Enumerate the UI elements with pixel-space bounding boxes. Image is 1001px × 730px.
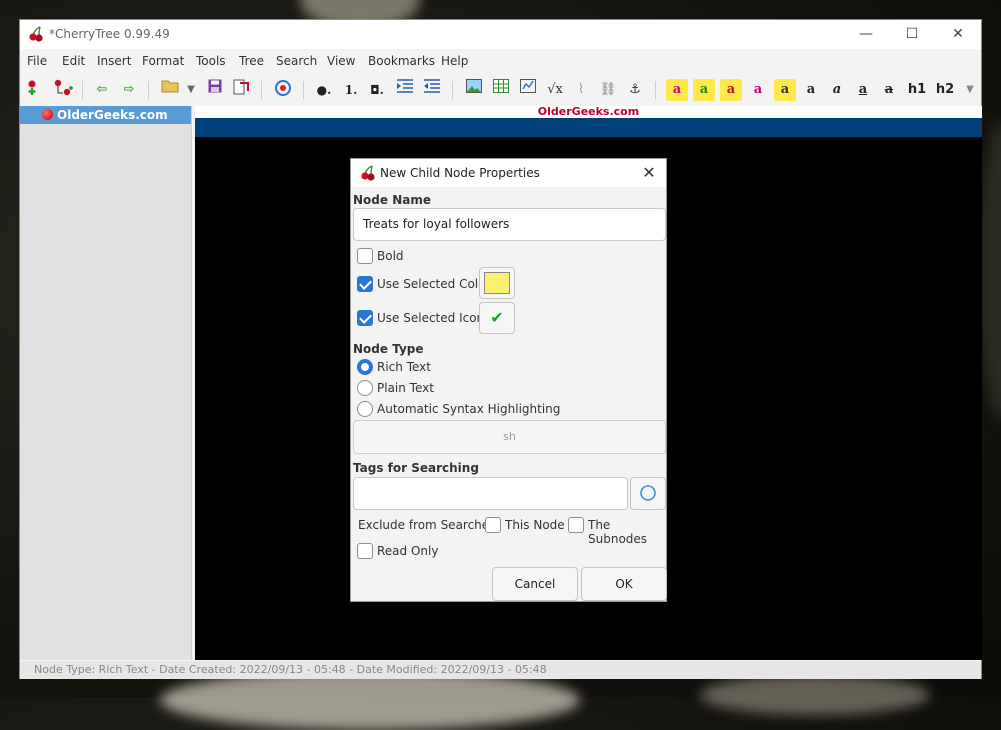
node-header: OlderGeeks.com	[195, 106, 982, 118]
find-node-icon[interactable]	[272, 79, 294, 101]
dialog-title: New Child Node Properties	[380, 166, 540, 180]
toolbar-overflow-icon[interactable]: ▼	[959, 79, 981, 101]
numbered-list-button[interactable]: 1.	[340, 79, 362, 101]
insert-attachment-icon[interactable]: ⌇	[570, 79, 592, 101]
node-name-input[interactable]: Treats for loyal followers	[353, 208, 666, 241]
highlight-icon[interactable]: a	[747, 79, 769, 101]
use-selected-icon-label: Use Selected Icon	[377, 311, 485, 325]
menu-file[interactable]: File	[27, 54, 47, 68]
plain-text-label: Plain Text	[377, 381, 434, 395]
editor-banner	[195, 118, 982, 137]
window-title: *CherryTree 0.99.49	[49, 27, 170, 41]
unindent-icon[interactable]	[421, 79, 443, 101]
radio-automatic-syntax-highlighting[interactable]	[357, 401, 373, 417]
minimize-button[interactable]: —	[843, 20, 889, 49]
title-bar[interactable]: *CherryTree 0.99.49 — ☐ ✕	[20, 20, 981, 49]
status-bar: Node Type: Rich Text - Date Created: 202…	[20, 661, 981, 679]
use-selected-icon-checkbox[interactable]	[357, 310, 373, 326]
remove-formatting-icon[interactable]: a	[720, 79, 742, 101]
syntax-language-select: sh	[353, 420, 666, 454]
insert-image-icon[interactable]	[463, 79, 485, 101]
text-color-icon[interactable]: a	[666, 79, 688, 101]
radio-plain-text[interactable]	[357, 380, 373, 396]
new-child-node-dialog: New Child Node Properties ✕ Node Name Tr…	[350, 158, 667, 602]
italic-button[interactable]: a	[826, 79, 848, 101]
underline-button[interactable]: a	[852, 79, 874, 101]
cherry-icon	[361, 165, 375, 181]
read-only-checkbox[interactable]	[357, 543, 373, 559]
node-type-label: Node Type	[353, 342, 424, 356]
h1-button[interactable]: h1	[906, 79, 928, 101]
strikethrough-button[interactable]: a	[878, 79, 900, 101]
cancel-button[interactable]: Cancel	[492, 567, 578, 601]
insert-link-icon[interactable]: ⛓	[597, 79, 619, 101]
read-only-label: Read Only	[377, 544, 439, 558]
indent-icon[interactable]	[394, 79, 416, 101]
add-child-node-icon[interactable]	[52, 79, 74, 101]
maximize-button[interactable]: ☐	[889, 20, 935, 49]
bold-checkbox[interactable]	[357, 248, 373, 264]
exclude-from-searches-label: Exclude from Searches:	[358, 518, 500, 532]
tree-node-label: OlderGeeks.com	[57, 108, 168, 122]
menu-tree[interactable]: Tree	[239, 54, 264, 68]
exclude-subnodes-checkbox[interactable]	[568, 517, 584, 533]
todo-list-button[interactable]: ◘.	[366, 79, 388, 101]
export-icon[interactable]	[230, 79, 252, 101]
use-selected-color-checkbox[interactable]	[357, 276, 373, 292]
menu-format[interactable]: Format	[142, 54, 184, 68]
bold-button[interactable]: a	[800, 79, 822, 101]
exclude-this-node-checkbox[interactable]	[485, 517, 501, 533]
tree-node-root[interactable]: OlderGeeks.com	[20, 106, 191, 124]
menu-edit[interactable]: Edit	[62, 54, 85, 68]
open-dropdown-icon[interactable]: ▼	[180, 79, 202, 101]
add-node-icon[interactable]	[21, 79, 43, 101]
subnodes-label: The Subnodes	[588, 518, 648, 546]
icon-picker-button[interactable]: ✔	[479, 302, 515, 334]
cherry-icon	[29, 26, 43, 42]
automatic-syntax-highlighting-label: Automatic Syntax Highlighting	[377, 402, 561, 416]
bold-label: Bold	[377, 249, 404, 263]
insert-codebox-icon[interactable]	[517, 79, 539, 101]
ok-button[interactable]: OK	[581, 567, 667, 601]
node-name-label: Node Name	[353, 193, 431, 207]
menu-view[interactable]: View	[327, 54, 355, 68]
tags-search-button[interactable]	[630, 477, 666, 510]
insert-table-icon[interactable]	[490, 79, 512, 101]
use-selected-color-label: Use Selected Color	[377, 277, 491, 291]
forward-arrow-icon[interactable]: ⇨	[118, 79, 140, 101]
menu-tools[interactable]: Tools	[196, 54, 226, 68]
tags-label: Tags for Searching	[353, 461, 479, 475]
rich-text-label: Rich Text	[377, 360, 431, 374]
toolbar: ⇦ ⇨ ▼ ●. 1. ◘. √x ⌇ ⛓ ⚓ a a a a a a a a …	[20, 76, 981, 104]
checkmark-icon: ✔	[490, 308, 504, 327]
bullet-list-button[interactable]: ●.	[313, 79, 335, 101]
close-button[interactable]: ✕	[935, 20, 981, 49]
color-picker-button[interactable]	[479, 267, 515, 299]
back-arrow-icon[interactable]: ⇦	[91, 79, 113, 101]
text-background-icon[interactable]: a	[693, 79, 715, 101]
tree-panel[interactable]: OlderGeeks.com	[20, 106, 192, 660]
dialog-close-button[interactable]: ✕	[638, 161, 660, 185]
open-folder-icon[interactable]	[159, 79, 181, 101]
menu-help[interactable]: Help	[441, 54, 468, 68]
menu-search[interactable]: Search	[276, 54, 317, 68]
insert-anchor-icon[interactable]: ⚓	[624, 79, 646, 101]
node-bullet-icon	[42, 109, 53, 120]
search-icon	[640, 485, 656, 501]
monospace-icon[interactable]: a	[774, 79, 796, 101]
save-icon[interactable]	[204, 79, 226, 101]
dialog-title-bar[interactable]: New Child Node Properties ✕	[351, 159, 666, 187]
menu-insert[interactable]: Insert	[97, 54, 131, 68]
insert-latex-icon[interactable]: √x	[544, 79, 566, 101]
this-node-label: This Node	[505, 518, 565, 532]
tags-input[interactable]	[353, 477, 628, 510]
h2-button[interactable]: h2	[934, 79, 956, 101]
menu-bookmarks[interactable]: Bookmarks	[368, 54, 435, 68]
menu-bar: File Edit Insert Format Tools Tree Searc…	[20, 49, 981, 73]
color-swatch	[484, 272, 510, 294]
radio-rich-text[interactable]	[357, 359, 373, 375]
